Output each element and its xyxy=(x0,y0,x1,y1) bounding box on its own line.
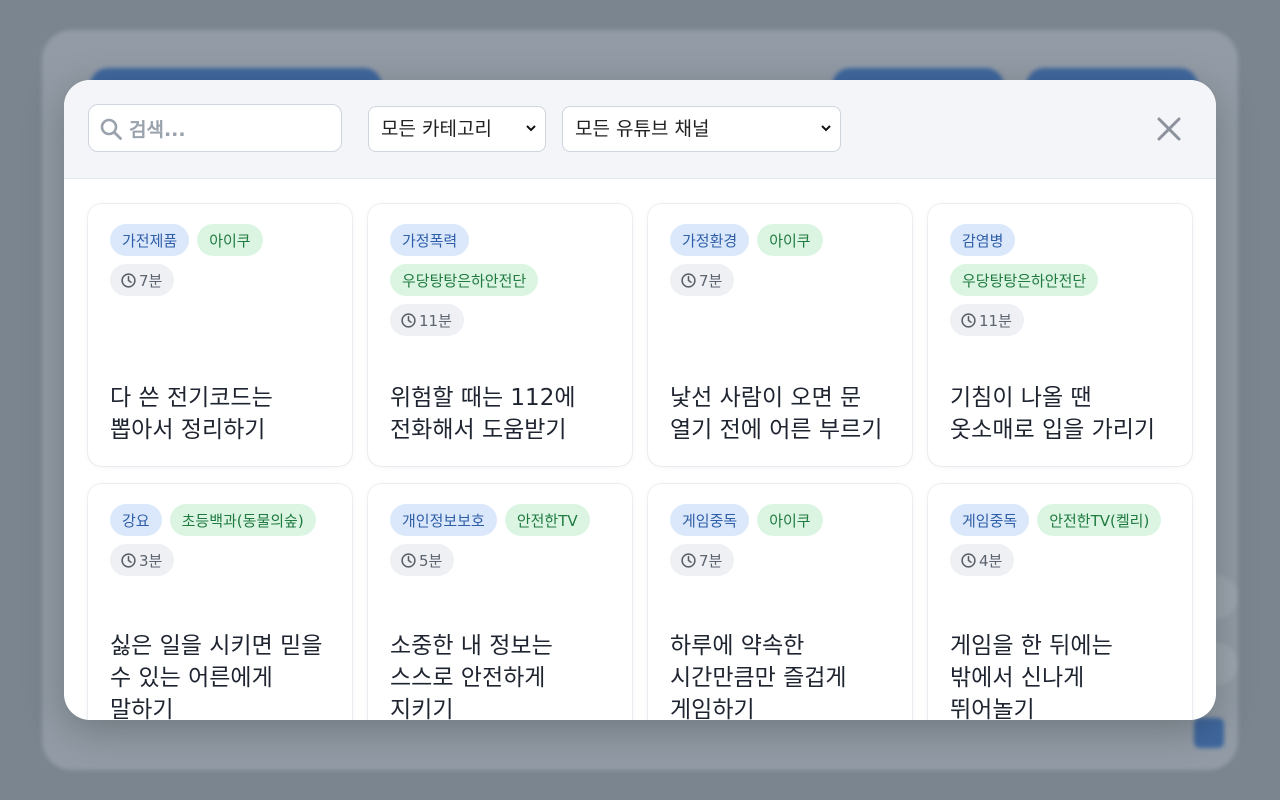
card-tags: 가정폭력 우당탕탕은하안전단 11분 xyxy=(390,224,610,336)
category-tag: 가전제품 xyxy=(110,224,190,256)
video-card[interactable]: 게임중독 아이쿠 7분 하루에 약속한 시간만큼만 즐겁게 게임하기 xyxy=(648,484,912,720)
video-browser-modal: 모든 카테고리 모든 유튜브 채널 가전제품 아이쿠 xyxy=(64,80,1216,720)
card-title: 위험할 때는 112에 전화해서 도움받기 xyxy=(390,385,576,443)
video-card[interactable]: 가전제품 아이쿠 7분 다 쓴 전기코드는 뽑아서 정리하기 xyxy=(88,204,352,466)
video-card[interactable]: 가정환경 아이쿠 7분 낯선 사람이 오면 문 열기 전에 어른 부르기 xyxy=(648,204,912,466)
duration-text: 4분 xyxy=(979,551,1003,570)
duration-tag: 4분 xyxy=(950,544,1015,576)
duration-tag: 11분 xyxy=(390,304,464,336)
category-select[interactable]: 모든 카테고리 xyxy=(368,106,546,152)
category-tag: 가정환경 xyxy=(670,224,750,256)
channel-tag: 아이쿠 xyxy=(757,504,823,536)
video-card[interactable]: 감염병 우당탕탕은하안전단 11분 기침이 나올 땐 옷소매로 입을 가리기 xyxy=(928,204,1192,466)
channel-tag: 우당탕탕은하안전단 xyxy=(950,264,1099,296)
card-tags: 게임중독 안전한TV(켈리) 4분 xyxy=(950,504,1170,576)
close-icon[interactable] xyxy=(1154,114,1184,144)
category-tag: 게임중독 xyxy=(950,504,1030,536)
channel-select-value: 모든 유튜브 채널 xyxy=(575,118,710,140)
search-input[interactable] xyxy=(127,115,336,145)
card-tags: 강요 초등백과(동물의숲) 3분 xyxy=(110,504,330,576)
category-tag: 개인정보보호 xyxy=(390,504,497,536)
card-tags: 가전제품 아이쿠 7분 xyxy=(110,224,330,296)
duration-text: 11분 xyxy=(419,311,452,330)
clock-icon xyxy=(401,552,416,568)
category-select-value: 모든 카테고리 xyxy=(381,118,492,140)
channel-tag: 안전한TV(켈리) xyxy=(1037,504,1162,536)
duration-text: 3분 xyxy=(139,551,163,570)
card-tags: 게임중독 아이쿠 7분 xyxy=(670,504,890,576)
clock-icon xyxy=(681,552,696,568)
search-box[interactable] xyxy=(88,104,342,152)
duration-text: 11분 xyxy=(979,311,1012,330)
clock-icon xyxy=(961,552,976,568)
category-tag: 감염병 xyxy=(950,224,1016,256)
duration-tag: 11분 xyxy=(950,304,1024,336)
chevron-down-icon xyxy=(526,125,536,132)
video-card[interactable]: 가정폭력 우당탕탕은하안전단 11분 위험할 때는 112에 전화해서 도움받기 xyxy=(368,204,632,466)
category-tag: 게임중독 xyxy=(670,504,750,536)
clock-icon xyxy=(401,312,416,328)
card-title: 소중한 내 정보는 스스로 안전하게 지키기 xyxy=(390,633,553,720)
chevron-down-icon xyxy=(821,125,831,132)
video-card[interactable]: 강요 초등백과(동물의숲) 3분 싫은 일을 시키면 믿을 수 있는 어른에게 … xyxy=(88,484,352,720)
clock-icon xyxy=(121,272,136,288)
clock-icon xyxy=(961,312,976,328)
channel-tag: 아이쿠 xyxy=(757,224,823,256)
card-tags: 가정환경 아이쿠 7분 xyxy=(670,224,890,296)
card-title: 기침이 나올 땐 옷소매로 입을 가리기 xyxy=(950,385,1156,443)
modal-header: 모든 카테고리 모든 유튜브 채널 xyxy=(64,80,1216,179)
duration-tag: 5분 xyxy=(390,544,455,576)
duration-text: 7분 xyxy=(139,271,163,290)
video-card-grid: 가전제품 아이쿠 7분 다 쓴 전기코드는 뽑아서 정리하기 가정폭력 우당탕탕… xyxy=(88,204,1192,720)
clock-icon xyxy=(681,272,696,288)
search-icon xyxy=(100,118,122,140)
card-title: 다 쓴 전기코드는 뽑아서 정리하기 xyxy=(110,385,273,443)
duration-tag: 7분 xyxy=(110,264,175,296)
card-tags: 개인정보보호 안전한TV 5분 xyxy=(390,504,610,576)
category-tag: 강요 xyxy=(110,504,162,536)
channel-tag: 아이쿠 xyxy=(197,224,263,256)
video-card[interactable]: 게임중독 안전한TV(켈리) 4분 게임을 한 뒤에는 밖에서 신나게 뛰어놀기 xyxy=(928,484,1192,720)
duration-text: 7분 xyxy=(699,271,723,290)
duration-tag: 7분 xyxy=(670,264,735,296)
card-title: 싫은 일을 시키면 믿을 수 있는 어른에게 말하기 xyxy=(110,633,323,720)
channel-tag: 초등백과(동물의숲) xyxy=(169,504,316,536)
card-title: 게임을 한 뒤에는 밖에서 신나게 뛰어놀기 xyxy=(950,633,1113,720)
duration-tag: 3분 xyxy=(110,544,175,576)
duration-text: 5분 xyxy=(419,551,443,570)
channel-tag: 우당탕탕은하안전단 xyxy=(390,264,539,296)
card-title: 낯선 사람이 오면 문 열기 전에 어른 부르기 xyxy=(670,385,883,443)
video-card[interactable]: 개인정보보호 안전한TV 5분 소중한 내 정보는 스스로 안전하게 지키기 xyxy=(368,484,632,720)
card-title: 하루에 약속한 시간만큼만 즐겁게 게임하기 xyxy=(670,633,847,720)
channel-select[interactable]: 모든 유튜브 채널 xyxy=(562,106,841,152)
channel-tag: 안전한TV xyxy=(504,504,590,536)
clock-icon xyxy=(121,552,136,568)
duration-text: 7분 xyxy=(699,551,723,570)
card-tags: 감염병 우당탕탕은하안전단 11분 xyxy=(950,224,1170,336)
category-tag: 가정폭력 xyxy=(390,224,470,256)
duration-tag: 7분 xyxy=(670,544,735,576)
